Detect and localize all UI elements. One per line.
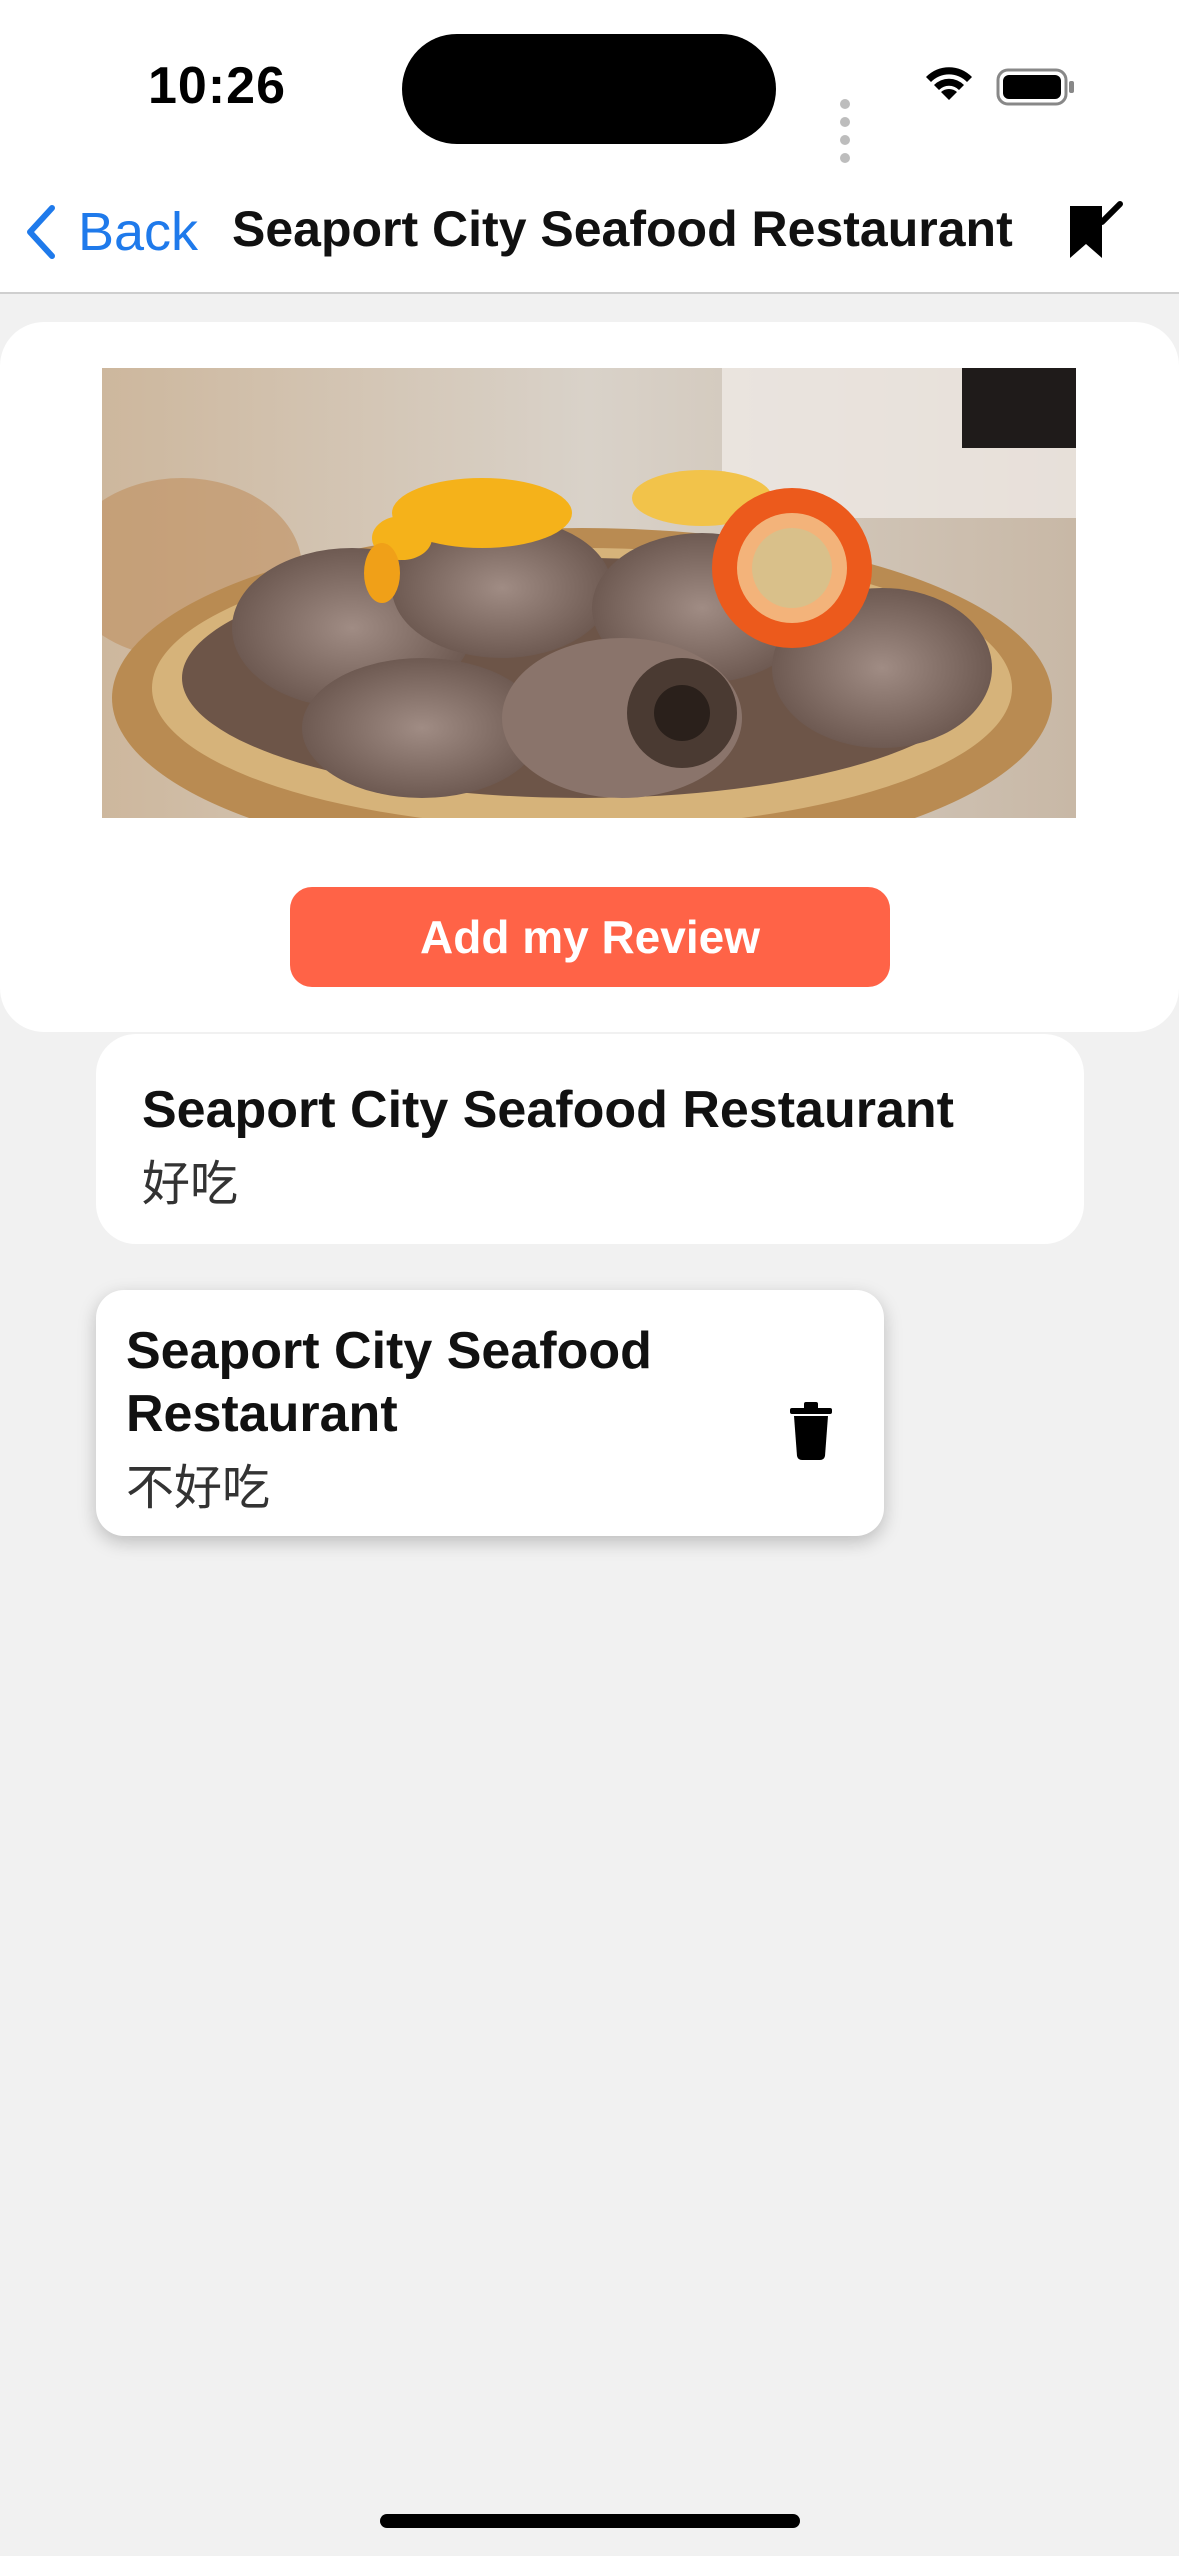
- trash-icon[interactable]: [790, 1402, 832, 1460]
- bookmark-check-icon[interactable]: [1064, 200, 1124, 262]
- review-restaurant-name: Seaport City Seafood Restaurant: [126, 1322, 652, 1443]
- dynamic-island: [402, 34, 776, 144]
- add-review-button[interactable]: Add my Review: [290, 887, 890, 987]
- battery-icon: [996, 68, 1074, 106]
- back-label: Back: [78, 202, 199, 262]
- review-card: Seaport City Seafood Restaurant 好吃: [96, 1034, 1084, 1244]
- navigation-bar: Back Seaport City Seafood Restaurant: [0, 180, 1179, 280]
- review-text: 好吃: [142, 1158, 239, 1211]
- my-review-card: Seaport City Seafood Restaurant 不好吃: [96, 1290, 884, 1536]
- back-button[interactable]: Back: [24, 192, 198, 272]
- status-time: 10:26: [148, 57, 286, 115]
- home-indicator: [380, 2514, 800, 2528]
- top-bar: 10:26 Back Seaport City Seafood Restaura…: [0, 0, 1179, 294]
- page-title: Seaport City Seafood Restaurant: [232, 201, 1013, 257]
- chevron-left-icon: [27, 205, 55, 259]
- signal-dots-icon: [840, 96, 854, 168]
- restaurant-hero-card: Add my Review: [0, 322, 1179, 1032]
- wifi-icon: [926, 67, 972, 100]
- dish-photo: [102, 368, 1076, 818]
- review-restaurant-name: Seaport City Seafood Restaurant: [142, 1081, 954, 1139]
- dish-photo-image: [102, 368, 1076, 818]
- review-text: 不好吃: [126, 1462, 271, 1515]
